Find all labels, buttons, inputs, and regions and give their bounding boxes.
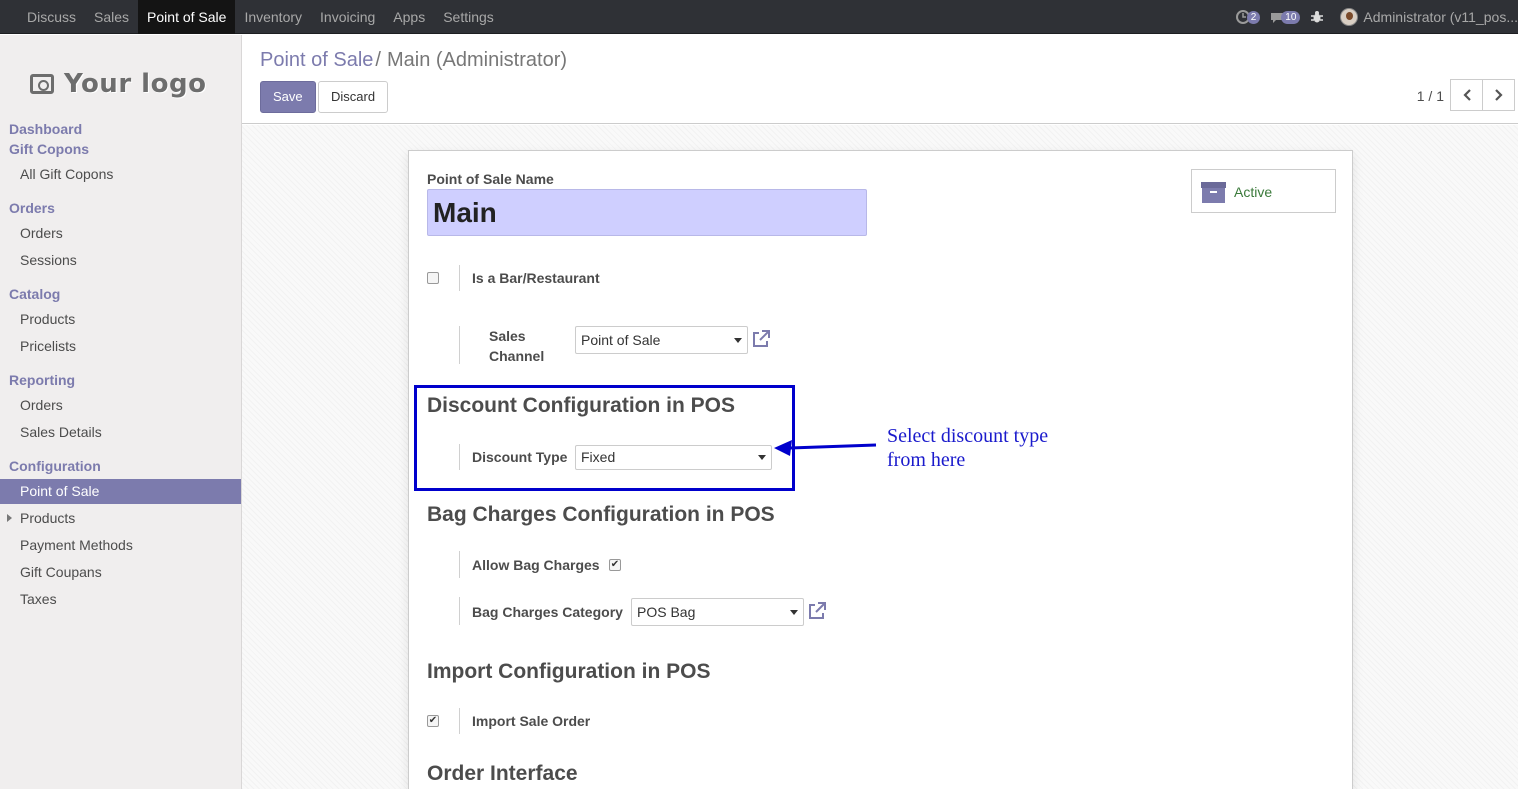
discount-type-select[interactable]: Fixed xyxy=(575,445,772,470)
menu-inventory[interactable]: Inventory xyxy=(235,0,311,34)
discount-type-label: Discount Type xyxy=(472,449,568,465)
sidebar: Your logo Dashboard Gift Copons All Gift… xyxy=(0,35,242,789)
user-name: Administrator (v11_pos... xyxy=(1363,9,1518,25)
bug-icon xyxy=(1311,11,1324,23)
bar-restaurant-checkbox[interactable] xyxy=(427,272,439,284)
sales-channel-label-line1: Sales xyxy=(489,328,526,344)
sidebar-item-point-of-sale[interactable]: Point of Sale xyxy=(0,479,241,504)
dropdown-arrow-icon xyxy=(758,455,766,460)
pager-previous-button[interactable] xyxy=(1450,79,1483,111)
bag-charges-category-select[interactable]: POS Bag xyxy=(631,598,804,626)
discount-section-title: Discount Configuration in POS xyxy=(427,394,735,417)
save-button[interactable]: Save xyxy=(260,81,316,113)
sidebar-item-payment-methods[interactable]: Payment Methods xyxy=(0,533,241,558)
sidebar-head-dashboard[interactable]: Dashboard xyxy=(9,121,82,137)
sales-channel-value: Point of Sale xyxy=(581,332,661,348)
form-sheet: Point of Sale Name Main Active Is a Bar/… xyxy=(408,150,1353,789)
bar-restaurant-label: Is a Bar/Restaurant xyxy=(472,270,600,286)
systray: 2 10 Administrator (v11_pos... xyxy=(1235,0,1518,34)
bag-charges-category-label: Bag Charges Category xyxy=(472,604,623,620)
field-divider xyxy=(459,708,460,734)
annotation-line-1: Select discount type xyxy=(887,425,1049,447)
sales-channel-select[interactable]: Point of Sale xyxy=(575,326,748,354)
import-sale-order-label: Import Sale Order xyxy=(472,713,591,729)
sidebar-item-gift-coupans[interactable]: Gift Coupans xyxy=(0,560,241,585)
camera-icon xyxy=(30,74,54,94)
sidebar-head-gift-copons[interactable]: Gift Copons xyxy=(9,141,89,157)
external-link-icon[interactable] xyxy=(751,329,771,349)
menu-point-of-sale[interactable]: Point of Sale xyxy=(138,0,236,34)
menu-sales[interactable]: Sales xyxy=(85,0,138,34)
dropdown-arrow-icon xyxy=(734,338,742,343)
sidebar-head-orders[interactable]: Orders xyxy=(9,200,55,216)
menu-apps[interactable]: Apps xyxy=(384,0,434,34)
import-sale-order-checkbox[interactable]: ✔ xyxy=(427,715,439,727)
sidebar-item-products[interactable]: Products xyxy=(0,307,241,332)
sidebar-item-pricelists[interactable]: Pricelists xyxy=(0,334,241,359)
chevron-right-icon xyxy=(1494,89,1503,101)
external-link-icon[interactable] xyxy=(807,601,827,621)
sidebar-item-config-products[interactable]: Products xyxy=(0,506,241,531)
sales-channel-label-line2: Channel xyxy=(489,348,545,364)
breadcrumb-separator: / xyxy=(375,49,381,71)
discount-type-value: Fixed xyxy=(581,449,616,465)
app-menu: Discuss Sales Point of Sale Inventory In… xyxy=(18,0,503,34)
name-label: Point of Sale Name xyxy=(427,171,554,187)
pos-name-input[interactable]: Main xyxy=(427,189,867,236)
bag-charges-category-value: POS Bag xyxy=(637,604,696,620)
breadcrumb-current: Main (Administrator) xyxy=(386,49,568,71)
sidebar-item-all-gift-copons[interactable]: All Gift Copons xyxy=(0,162,241,187)
activity-count-badge: 2 xyxy=(1246,10,1261,24)
order-interface-title: Order Interface xyxy=(427,762,578,785)
annotation-arrow xyxy=(774,440,877,456)
chevron-left-icon xyxy=(1462,89,1471,101)
import-section-title: Import Configuration in POS xyxy=(427,660,711,683)
user-menu[interactable]: Administrator (v11_pos... xyxy=(1340,8,1518,26)
field-divider xyxy=(459,265,460,291)
discard-button[interactable]: Discard xyxy=(318,81,389,113)
bag-section-title: Bag Charges Configuration in POS xyxy=(427,503,775,526)
allow-bag-charges-checkbox[interactable]: ✔ xyxy=(609,559,621,571)
logo-text: Your logo xyxy=(64,69,207,99)
dropdown-arrow-icon xyxy=(790,610,798,615)
breadcrumb-parent[interactable]: Point of Sale xyxy=(260,49,373,71)
sidebar-head-reporting[interactable]: Reporting xyxy=(9,372,75,388)
active-label: Active xyxy=(1234,184,1273,200)
field-divider xyxy=(459,597,460,625)
sidebar-item-sessions[interactable]: Sessions xyxy=(0,248,241,273)
company-logo[interactable]: Your logo xyxy=(30,59,210,109)
sidebar-item-orders[interactable]: Orders xyxy=(0,221,241,246)
field-divider xyxy=(459,444,460,470)
debug-button[interactable] xyxy=(1310,10,1324,24)
control-panel: Point of Sale / Main (Administrator) Save … xyxy=(242,35,1518,124)
breadcrumb: Point of Sale / Main (Administrator) xyxy=(260,49,567,72)
sidebar-item-reporting-orders[interactable]: Orders xyxy=(0,393,241,418)
pager-value: 1 / 1 xyxy=(1416,88,1444,104)
annotation-text: Select discount type from here xyxy=(887,424,1048,472)
messages-count-badge: 10 xyxy=(1281,10,1301,24)
allow-bag-charges-label: Allow Bag Charges xyxy=(472,557,600,573)
menu-settings[interactable]: Settings xyxy=(434,0,503,34)
sidebar-item-sales-details[interactable]: Sales Details xyxy=(0,420,241,445)
archive-icon xyxy=(1201,182,1226,203)
active-toggle-button[interactable]: Active xyxy=(1191,169,1336,213)
avatar xyxy=(1340,8,1359,26)
pager-next-button[interactable] xyxy=(1482,79,1515,111)
caret-right-icon xyxy=(7,514,12,522)
activity-button[interactable]: 2 xyxy=(1235,10,1261,24)
sidebar-head-configuration[interactable]: Configuration xyxy=(9,458,101,474)
sidebar-item-label: Products xyxy=(20,510,76,526)
menu-invoicing[interactable]: Invoicing xyxy=(311,0,384,34)
field-divider xyxy=(459,551,460,578)
form-view-area: Point of Sale Name Main Active Is a Bar/… xyxy=(242,125,1518,789)
sidebar-head-catalog[interactable]: Catalog xyxy=(9,286,60,302)
annotation-line-2: from here xyxy=(887,449,966,471)
field-divider xyxy=(459,326,460,364)
messages-button[interactable]: 10 xyxy=(1270,10,1301,24)
top-navbar: Discuss Sales Point of Sale Inventory In… xyxy=(0,0,1518,34)
menu-discuss[interactable]: Discuss xyxy=(18,0,85,34)
sidebar-item-taxes[interactable]: Taxes xyxy=(0,587,241,612)
